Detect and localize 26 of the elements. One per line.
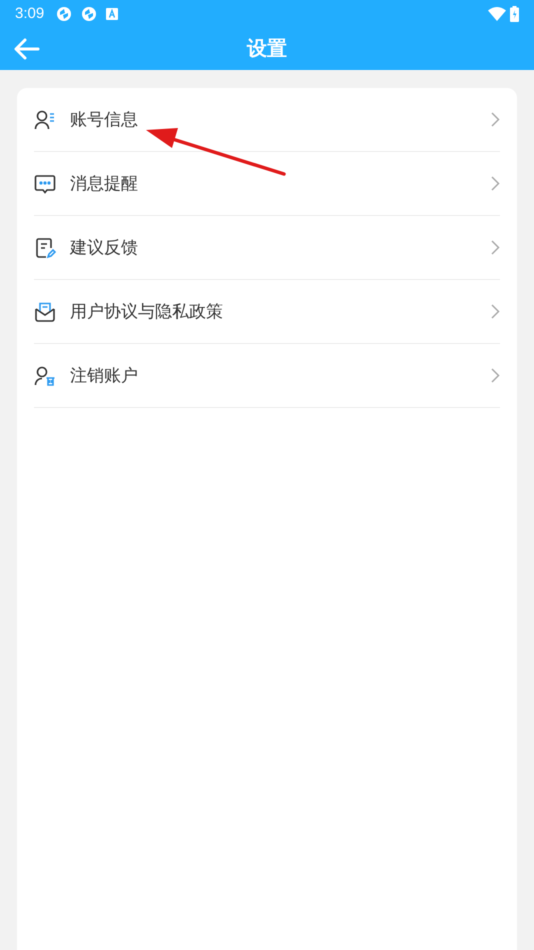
settings-item[interactable]: 消息提醒 xyxy=(34,152,500,216)
chevron-right-icon xyxy=(491,368,500,383)
envelope-document-icon xyxy=(34,300,56,322)
chevron-right-icon xyxy=(491,304,500,319)
keyboard-notification-icon xyxy=(106,8,118,20)
note-pen-icon xyxy=(34,236,56,258)
chevron-right-icon xyxy=(491,240,500,255)
wifi-icon xyxy=(488,7,506,21)
person-list-icon xyxy=(34,108,56,130)
app-notification-icon xyxy=(56,6,72,22)
status-time: 3:09 xyxy=(15,4,44,24)
settings-item[interactable]: 建议反馈 xyxy=(34,216,500,280)
person-trash-icon xyxy=(34,364,56,386)
app-notification-icon xyxy=(81,6,98,22)
chat-bubble-icon xyxy=(34,172,56,194)
chevron-right-icon xyxy=(491,176,500,191)
item-label: 账号信息 xyxy=(70,108,138,131)
battery-icon xyxy=(510,6,519,22)
settings-item[interactable]: 注销账户 xyxy=(34,344,500,408)
item-label: 用户协议与隐私政策 xyxy=(70,300,223,323)
chevron-right-icon xyxy=(491,112,500,127)
item-label: 建议反馈 xyxy=(70,236,138,259)
page-title: 设置 xyxy=(247,37,287,62)
settings-item[interactable]: 用户协议与隐私政策 xyxy=(34,280,500,344)
item-label: 消息提醒 xyxy=(70,172,138,195)
item-label: 注销账户 xyxy=(70,364,138,387)
